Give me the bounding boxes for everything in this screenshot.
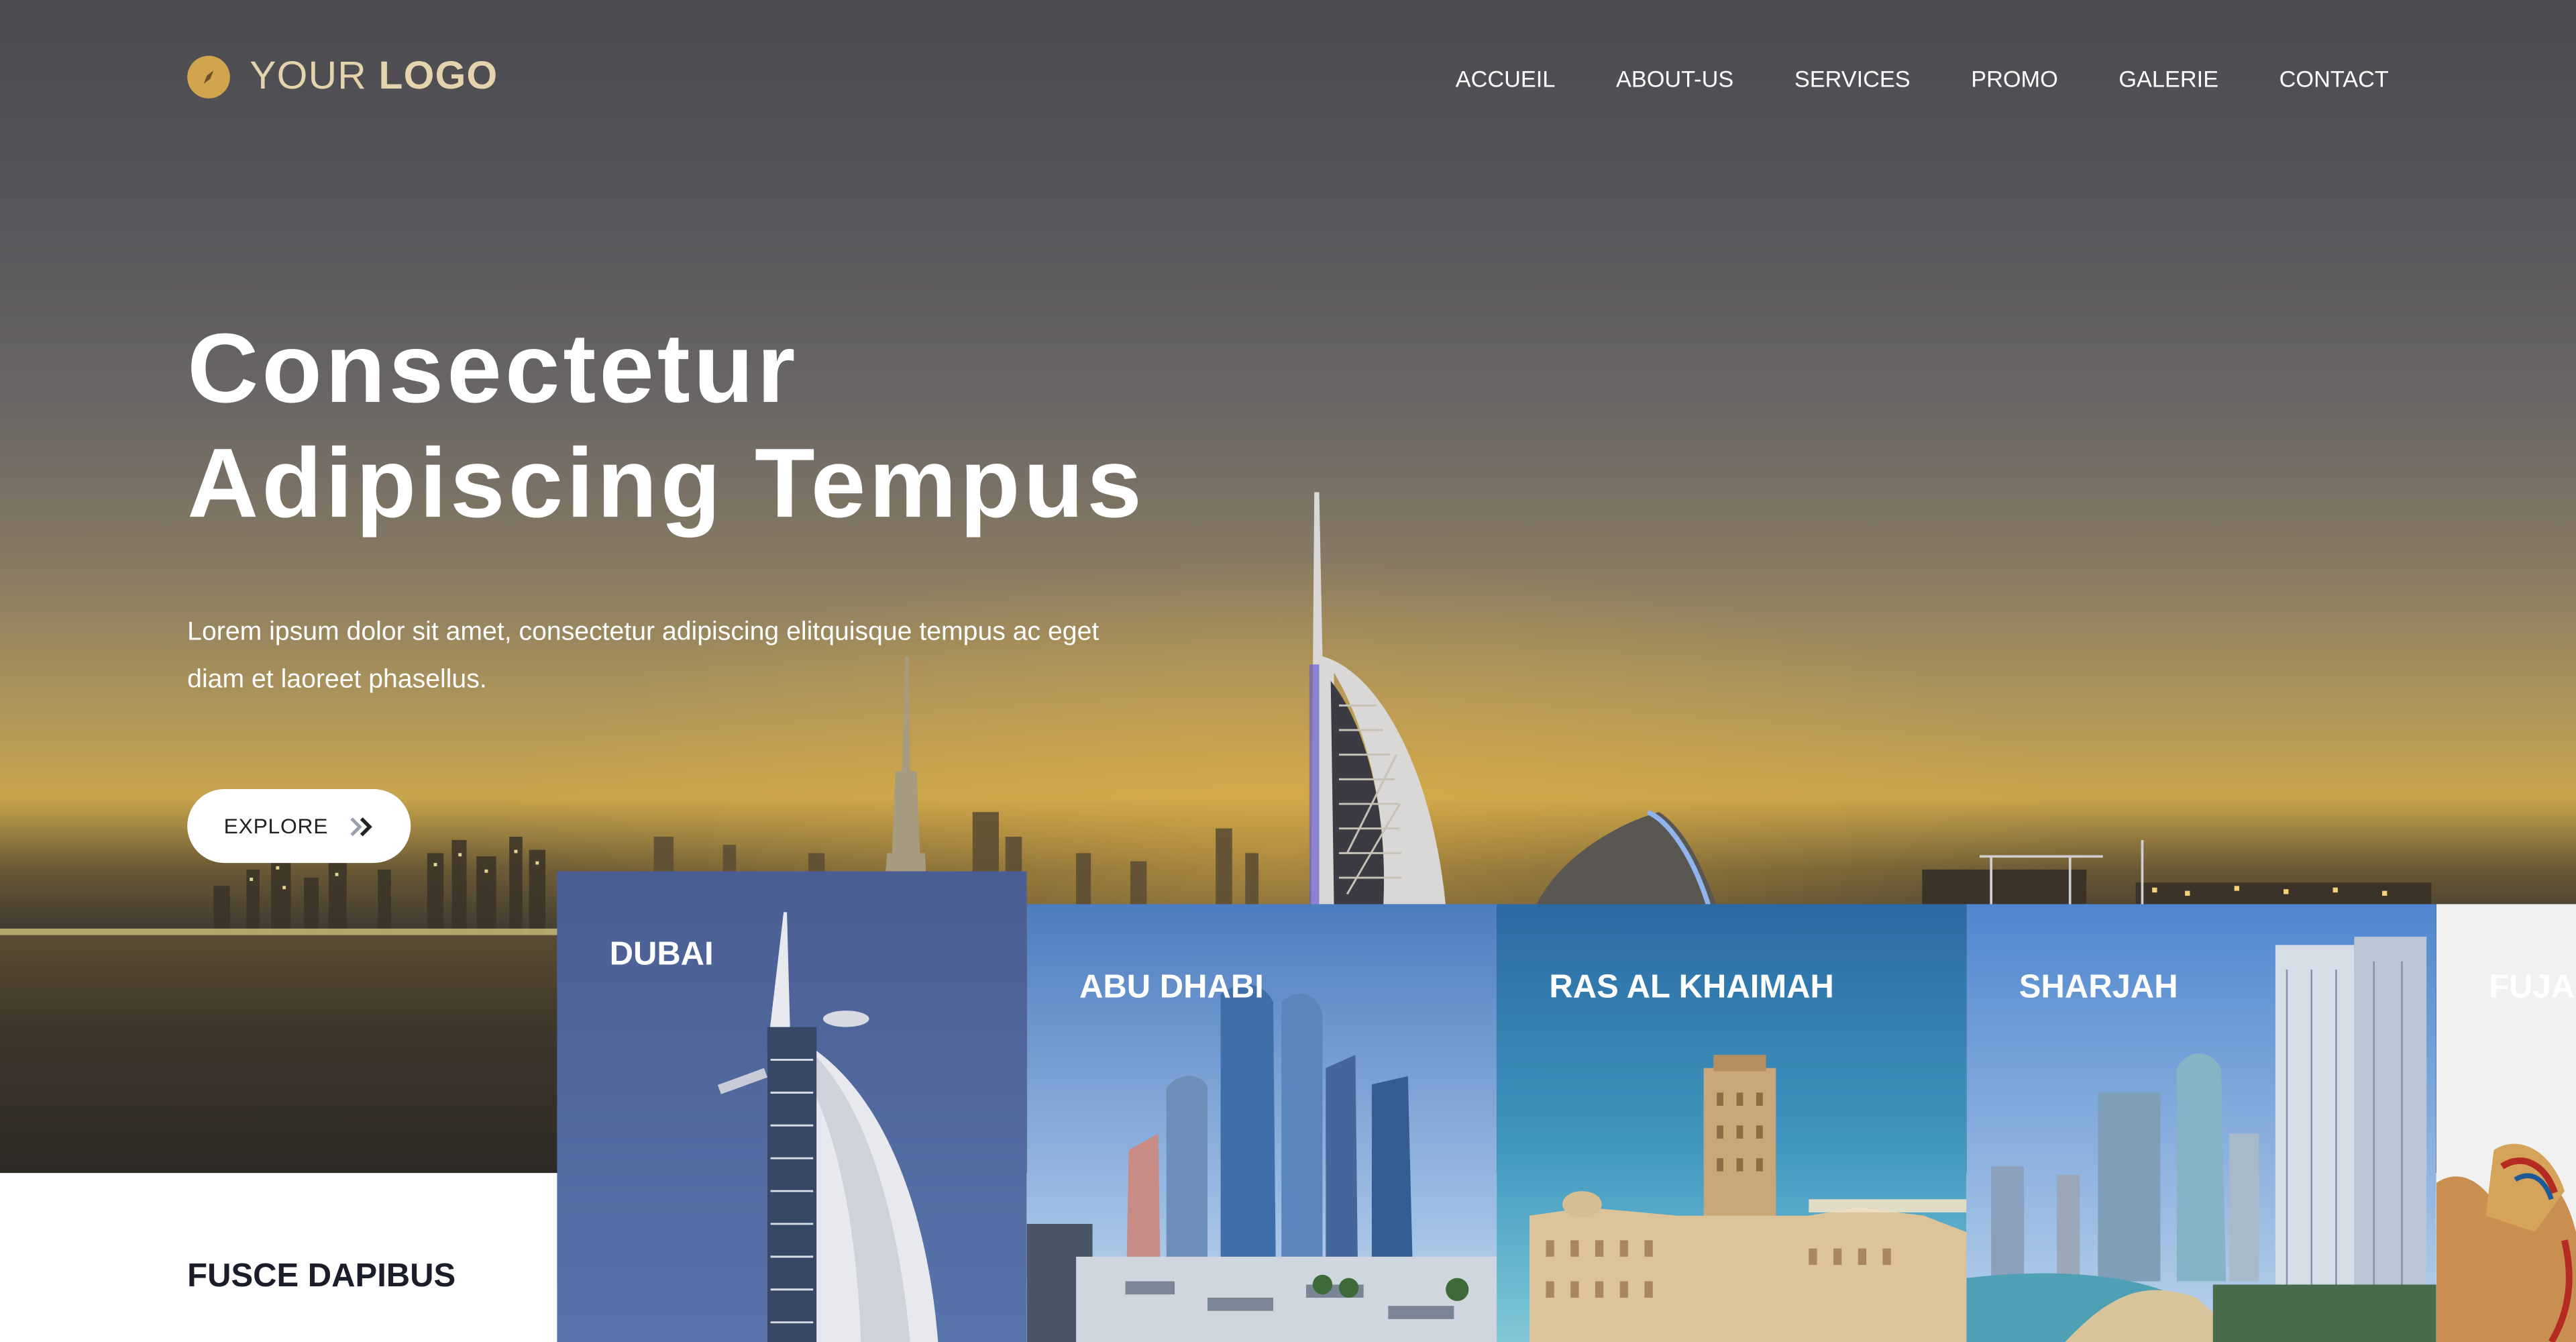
nav-item-about-us[interactable]: ABOUT-US — [1616, 66, 1733, 92]
fusce-section: FUSCE DAPIBUS — [0, 1173, 557, 1342]
nav-item-promo[interactable]: PROMO — [1971, 66, 2058, 92]
city-name-fujairah: FUJAIRAH — [2489, 969, 2576, 1006]
section-title: FUSCE DAPIBUS — [187, 1258, 456, 1295]
explore-button[interactable]: EXPLORE — [187, 789, 411, 864]
city-name-dubai: DUBAI — [609, 937, 714, 973]
city-card-fujairah[interactable]: FUJAIRAH — [2436, 904, 2576, 1342]
logo-text: YOUR LOGO — [250, 54, 498, 100]
compass-icon — [187, 56, 230, 99]
logo-text-bold: LOGO — [378, 54, 498, 99]
hero-title-line1: Consectetur — [187, 313, 799, 423]
nav-item-galerie[interactable]: GALERIE — [2118, 66, 2218, 92]
city-card-ras-al-khaimah[interactable]: RAS AL KHAIMAH — [1497, 904, 1967, 1342]
hero-description: Lorem ipsum dolor sit amet, consectetur … — [187, 618, 1099, 694]
city-name-ras-al-khaimah: RAS AL KHAIMAH — [1549, 969, 1834, 1006]
hero-title: Consectetur Adipiscing Tempus — [187, 312, 1337, 541]
nav-item-accueil[interactable]: ACCUEIL — [1456, 66, 1556, 92]
double-chevron-right-icon — [348, 816, 374, 836]
city-card-dubai[interactable]: DUBAI — [557, 871, 1027, 1342]
main-nav: ACCUEIL ABOUT-US SERVICES PROMO GALERIE … — [1395, 66, 2389, 92]
site-logo[interactable]: YOUR LOGO — [187, 54, 498, 100]
city-name-sharjah: SHARJAH — [2019, 969, 2178, 1006]
explore-button-label: EXPLORE — [223, 813, 329, 839]
logo-text-light: YOUR — [250, 54, 379, 99]
nav-item-contact[interactable]: CONTACT — [2279, 66, 2389, 92]
city-card-abu-dhabi[interactable]: ABU DHABI — [1026, 904, 1497, 1342]
city-name-abu-dhabi: ABU DHABI — [1079, 969, 1264, 1006]
city-card-sharjah[interactable]: SHARJAH — [1966, 904, 2436, 1342]
nav-item-services[interactable]: SERVICES — [1794, 66, 1911, 92]
hero-title-line2: Adipiscing Tempus — [187, 428, 1145, 538]
